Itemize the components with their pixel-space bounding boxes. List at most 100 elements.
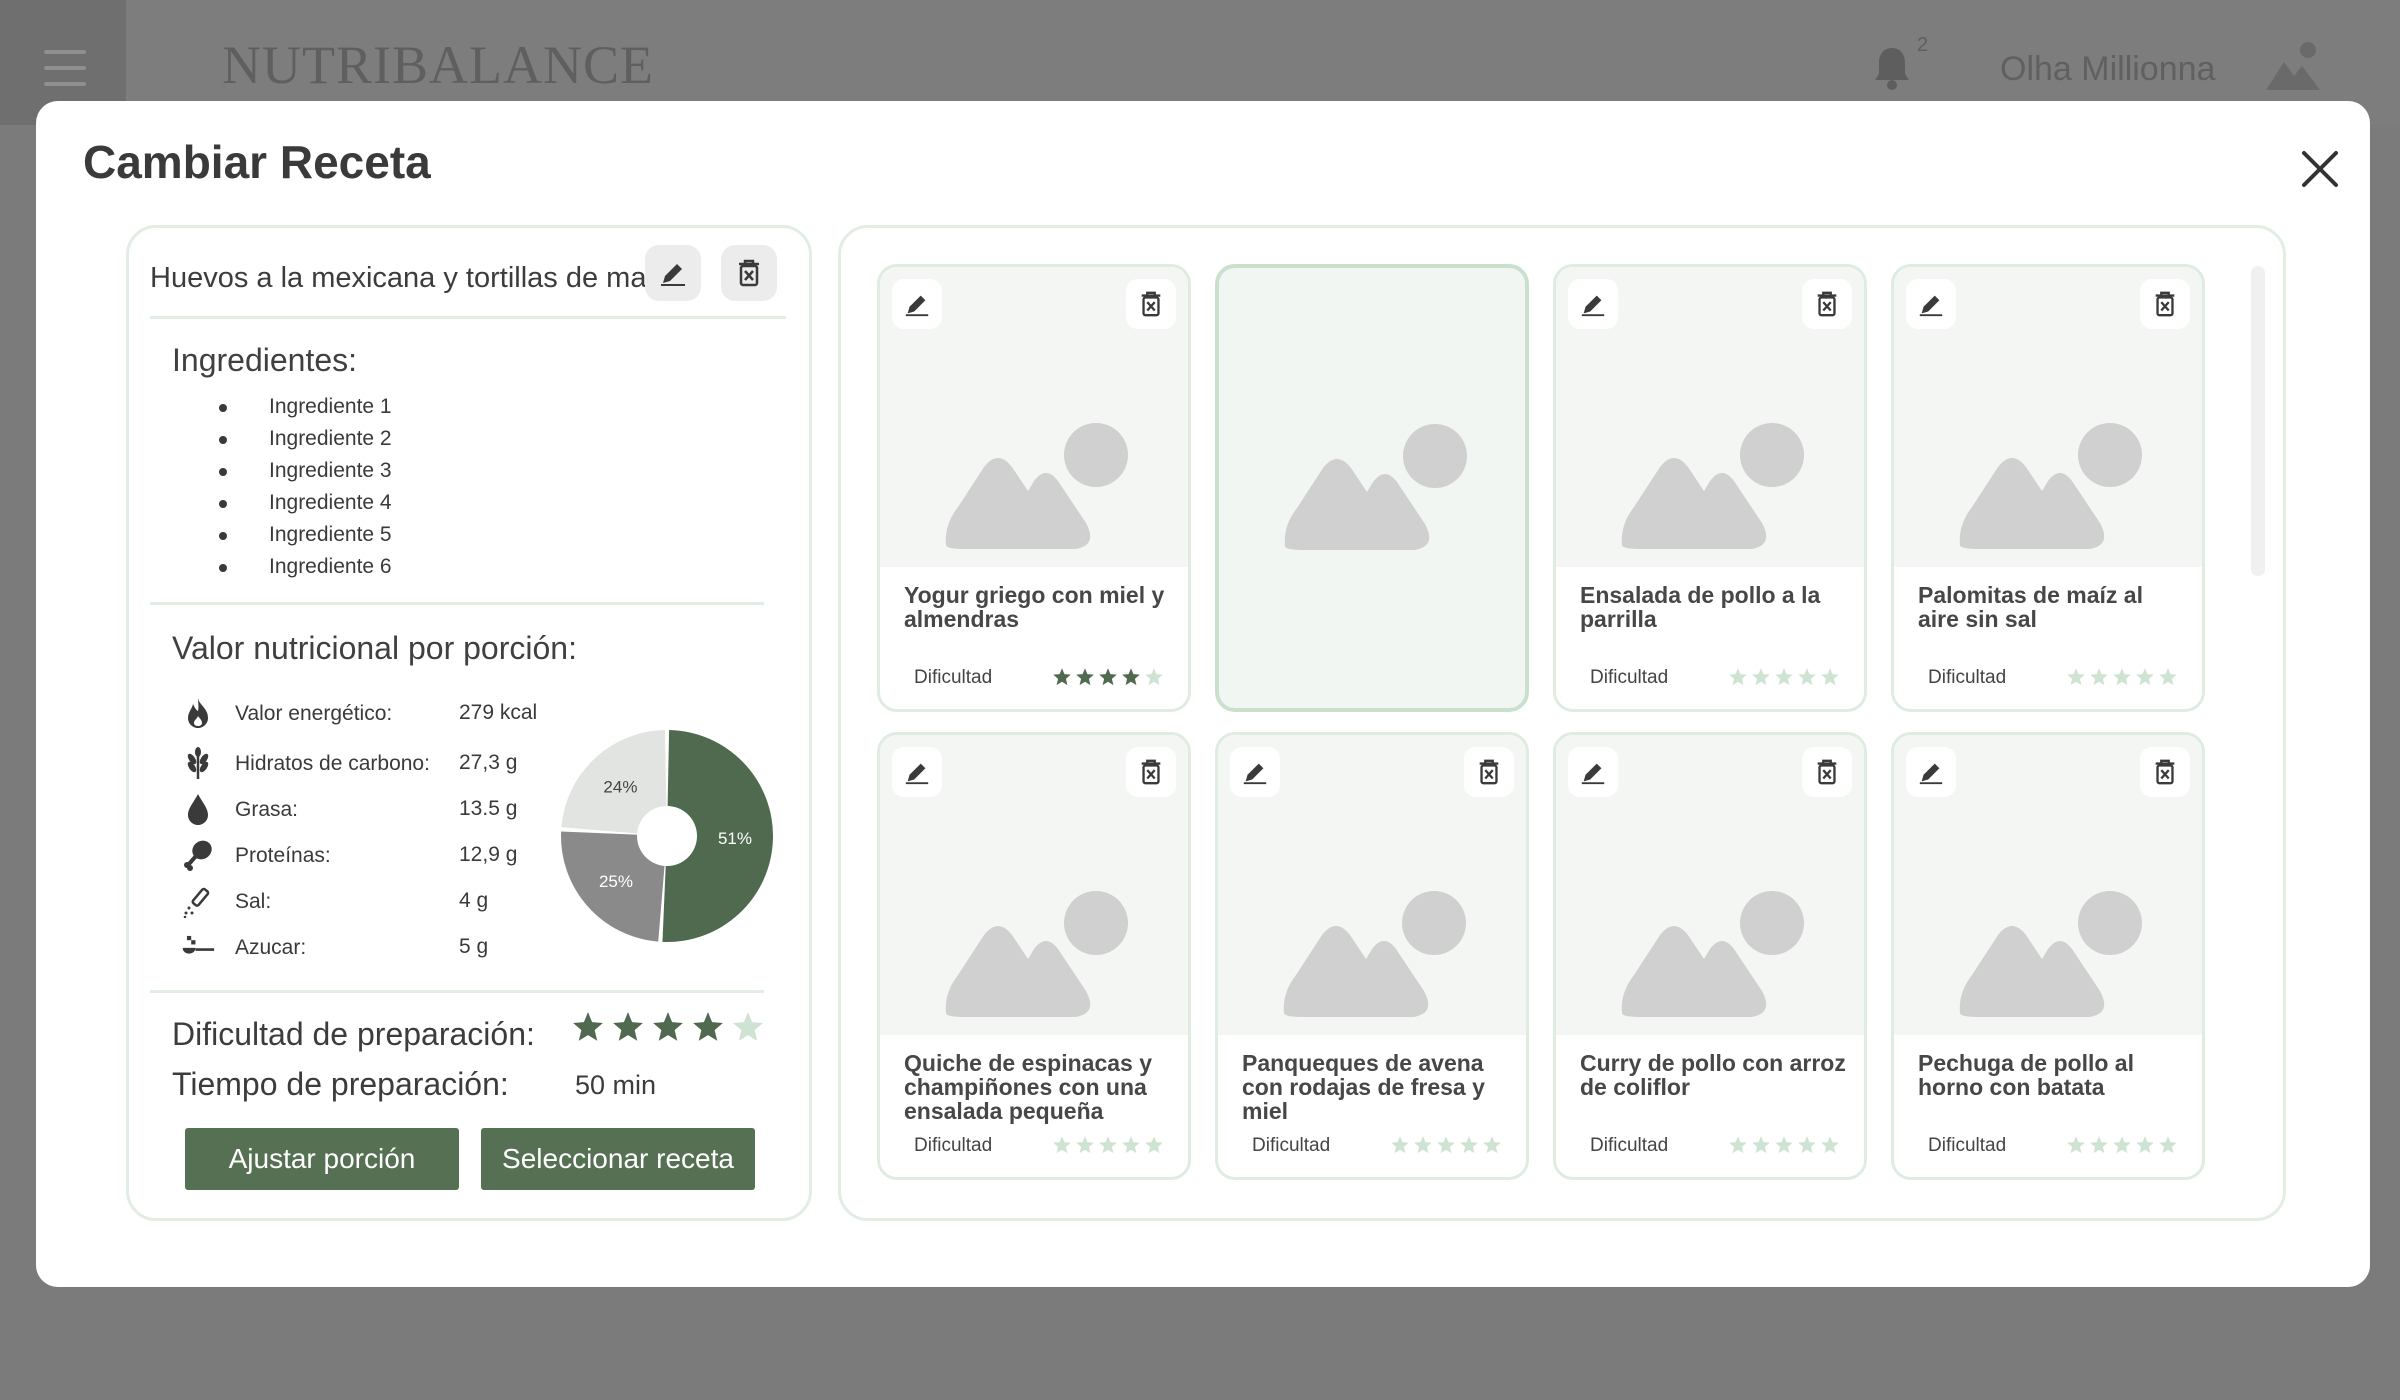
- delete-card-button[interactable]: [1802, 747, 1852, 797]
- divider: [150, 602, 764, 605]
- scrollbar[interactable]: [2251, 266, 2265, 576]
- edit-card-button[interactable]: [1906, 279, 1956, 329]
- recipe-card[interactable]: Curry de pollo con arroz de coliflor Difi…: [1553, 732, 1867, 1180]
- difficulty-label: Dificultad: [1252, 1135, 1331, 1156]
- star-empty-icon: [1729, 1136, 1747, 1154]
- star-empty-icon: [2113, 1136, 2131, 1154]
- drumstick-icon: [184, 840, 212, 871]
- difficulty-label: Dificultad: [1590, 667, 1669, 688]
- edit-card-button[interactable]: [892, 747, 942, 797]
- star-filled-icon: [573, 1012, 603, 1041]
- bell-icon[interactable]: [1872, 44, 1912, 90]
- nutrition-value: 5 g: [459, 935, 489, 958]
- star-empty-icon: [733, 1012, 763, 1041]
- modal-title: Cambiar Receta: [83, 136, 431, 188]
- edit-card-button[interactable]: [1568, 279, 1618, 329]
- edit-card-button[interactable]: [1568, 747, 1618, 797]
- star-empty-icon: [1821, 668, 1839, 686]
- star-empty-icon: [1145, 1136, 1163, 1154]
- image-placeholder-icon: [1959, 891, 2142, 1017]
- difficulty-label: Dificultad: [1928, 1135, 2007, 1156]
- edit-icon: [1919, 761, 1943, 785]
- divider: [150, 990, 764, 993]
- star-filled-icon: [1099, 668, 1117, 686]
- close-icon[interactable]: [2298, 147, 2342, 191]
- delete-card-button[interactable]: [2140, 747, 2190, 797]
- ingredients-list: Ingrediente 1 Ingrediente 2 Ingrediente …: [219, 391, 392, 583]
- avatar[interactable]: [2262, 34, 2324, 96]
- delete-card-button[interactable]: [1464, 747, 1514, 797]
- edit-icon: [1919, 293, 1943, 317]
- nutrition-row-salt: Sal: 4 g: [181, 882, 551, 922]
- recipe-card[interactable]: Panqueques de avena con rodajas de fresa…: [1215, 732, 1529, 1180]
- nutrition-pie-chart: 51% 25% 24%: [561, 730, 773, 942]
- ingredient-item: Ingrediente 1: [219, 391, 392, 423]
- image-placeholder-icon: [1959, 423, 2142, 549]
- delete-recipe-button[interactable]: [721, 245, 777, 301]
- user-name[interactable]: Olha Millionna: [2000, 50, 2215, 89]
- brand-logo[interactable]: NUTRIBALANCE: [222, 34, 654, 96]
- edit-icon: [1581, 293, 1605, 317]
- star-empty-icon: [1122, 1136, 1140, 1154]
- time-label: Tiempo de preparación:: [172, 1066, 509, 1102]
- star-filled-icon: [613, 1012, 643, 1041]
- adjust-portion-button[interactable]: Ajustar porción: [185, 1128, 459, 1190]
- select-recipe-button[interactable]: Seleccionar receta: [481, 1128, 755, 1190]
- star-empty-icon: [1391, 1136, 1409, 1154]
- change-recipe-modal: Cambiar Receta Huevos a la mexicana y to…: [36, 101, 2370, 1287]
- difficulty-rating: [2066, 1135, 2178, 1155]
- nutrition-value: 27,3 g: [459, 751, 518, 774]
- nutrition-label: Valor energético:: [235, 702, 393, 725]
- recipe-card[interactable]: Pechuga de pollo al horno con batata Difi…: [1891, 732, 2205, 1180]
- edit-card-button[interactable]: [1906, 747, 1956, 797]
- star-empty-icon: [1099, 1136, 1117, 1154]
- nutrition-value: 4 g: [459, 889, 489, 912]
- star-empty-icon: [2113, 668, 2131, 686]
- star-empty-icon: [2159, 668, 2177, 686]
- ingredients-heading: Ingredientes:: [172, 342, 358, 378]
- recipe-card[interactable]: Yogur griego con miel y almendras Dificul…: [877, 264, 1191, 712]
- difficulty-label: Dificultad: [1590, 1135, 1669, 1156]
- nutrition-row-protein: Proteínas: 12,9 g: [181, 836, 551, 876]
- recipe-card[interactable]: Palomitas de maíz al aire sin sal Dificul…: [1891, 264, 2205, 712]
- recipe-card[interactable]: Ensalada de pollo a la parrilla Dificulta…: [1553, 264, 1867, 712]
- nutrition-row-sugar: Azucar: 5 g: [181, 928, 551, 968]
- nutrition-value: 12,9 g: [459, 843, 518, 866]
- trash-icon: [1817, 291, 1837, 317]
- ingredient-item: Ingrediente 6: [219, 551, 392, 583]
- delete-card-button[interactable]: [1126, 747, 1176, 797]
- delete-card-button[interactable]: [1802, 279, 1852, 329]
- edit-card-button[interactable]: [1230, 747, 1280, 797]
- pie-slice-label: 25%: [599, 872, 633, 891]
- nutrition-row-carbs: Hidratos de carbono: 27,3 g: [181, 744, 551, 784]
- recipe-image: [1219, 268, 1525, 568]
- edit-icon: [661, 261, 685, 286]
- star-empty-icon: [1414, 1136, 1432, 1154]
- image-placeholder-icon: [1284, 424, 1467, 550]
- nutrition-row-energy: Valor energético: 279 kcal: [181, 694, 551, 734]
- difficulty-rating: [1052, 1135, 1164, 1155]
- recipe-card-title: Quiche de espinacas y champiñones con un…: [904, 1050, 1153, 1124]
- delete-card-button[interactable]: [2140, 279, 2190, 329]
- difficulty-rating: [2066, 667, 2178, 687]
- nutrition-label: Grasa:: [235, 798, 299, 821]
- edit-icon: [905, 293, 929, 317]
- difficulty-rating: [571, 1010, 765, 1044]
- recipe-card-selected[interactable]: [1215, 264, 1529, 712]
- time-value: 50 min: [575, 1070, 657, 1100]
- delete-card-button[interactable]: [1126, 279, 1176, 329]
- star-empty-icon: [1460, 1136, 1478, 1154]
- trash-icon: [2155, 759, 2175, 785]
- edit-recipe-button[interactable]: [645, 245, 701, 301]
- star-empty-icon: [2090, 1136, 2108, 1154]
- ingredient-item: Ingrediente 4: [219, 487, 392, 519]
- image-placeholder-icon: [1283, 891, 1466, 1017]
- star-empty-icon: [2136, 668, 2154, 686]
- difficulty-label: Dificultad de preparación:: [172, 1016, 535, 1052]
- notification-count: 2: [1917, 34, 1929, 56]
- drop-icon: [188, 794, 208, 825]
- edit-card-button[interactable]: [892, 279, 942, 329]
- star-filled-icon: [693, 1012, 723, 1041]
- recipe-card[interactable]: Quiche de espinacas y champiñones con un…: [877, 732, 1191, 1180]
- divider: [150, 316, 786, 319]
